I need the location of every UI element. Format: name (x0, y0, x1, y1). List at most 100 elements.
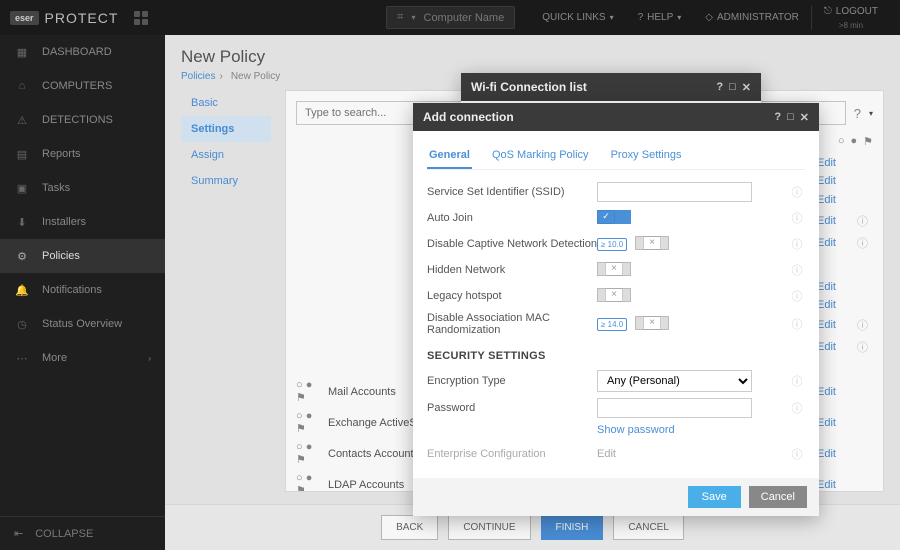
sidebar-item-label: COMPUTERS (42, 80, 112, 92)
sidebar-item-more[interactable]: ⋯ More › (0, 341, 165, 375)
sidebar-item-policies[interactable]: ⚙ Policies (0, 239, 165, 273)
field-label: Enterprise Configuration (427, 448, 597, 460)
maximize-icon[interactable]: □ (787, 111, 794, 123)
logout-icon: ⎋ (824, 6, 832, 17)
sidebar-item-installers[interactable]: ⬇Installers (0, 205, 165, 239)
field-label: Auto Join (427, 212, 597, 224)
policies-icon: ⚙ (14, 248, 30, 264)
chevron-right-icon: › (148, 354, 151, 363)
brand-name: PROTECT (45, 10, 119, 26)
sidebar-item-reports[interactable]: ▤Reports (0, 137, 165, 171)
encryption-select[interactable]: Any (Personal) (597, 370, 752, 392)
close-icon[interactable]: ✕ (800, 111, 809, 124)
main: New Policy Policies›New Policy Basic Set… (165, 35, 900, 550)
auto-join-toggle[interactable] (597, 210, 631, 224)
sidebar-item-label: Notifications (42, 284, 102, 296)
field-label: Password (427, 402, 597, 414)
show-password-link[interactable]: Show password (597, 424, 805, 436)
logout-button[interactable]: ⎋LOGOUT >8 min (811, 6, 890, 30)
enterprise-edit: Edit (597, 448, 789, 460)
sidebar-item-dashboard[interactable]: ▦ DASHBOARD (0, 35, 165, 69)
ssid-input[interactable] (597, 182, 752, 202)
os-badge: ≥ 10.0 (597, 238, 627, 251)
modal-tabs: General QoS Marking Policy Proxy Setting… (427, 143, 805, 170)
apps-icon[interactable] (134, 11, 148, 25)
cancel-button[interactable]: Cancel (749, 486, 807, 508)
installers-icon: ⬇ (14, 214, 30, 230)
captive-toggle[interactable] (635, 236, 669, 250)
top-bar: eser PROTECT ⌗ ▾ Computer Name QUICK LIN… (0, 0, 900, 35)
modal-tab-proxy[interactable]: Proxy Settings (609, 143, 684, 169)
password-input[interactable] (597, 398, 752, 418)
collapse-icon: ⇤ (14, 527, 23, 540)
notifications-icon: 🔔 (14, 282, 30, 298)
sidebar-item-label: More (42, 352, 67, 364)
modal-title: Add connection (423, 110, 514, 124)
sidebar: ▦ DASHBOARD ⌂ COMPUTERS ⚠ DETECTIONS ▤Repor… (0, 35, 165, 550)
os-badge: ≥ 14.0 (597, 318, 627, 331)
chevron-down-icon: ▾ (411, 13, 415, 22)
info-icon[interactable]: ⓘ (789, 262, 805, 278)
info-icon[interactable]: ⓘ (789, 446, 805, 462)
computer-selector[interactable]: ⌗ ▾ Computer Name (386, 6, 515, 29)
info-icon[interactable]: ⓘ (789, 373, 805, 389)
logout-timeout: >8 min (839, 21, 863, 30)
chevron-down-icon: ▾ (610, 13, 614, 22)
hidden-toggle[interactable] (597, 262, 631, 276)
field-label: Service Set Identifier (SSID) (427, 186, 597, 198)
info-icon[interactable]: ⓘ (789, 184, 805, 200)
section-heading: SECURITY SETTINGS (427, 350, 805, 362)
modal-footer: Save Cancel (413, 478, 819, 516)
brand: eser PROTECT (10, 10, 148, 26)
computer-placeholder: Computer Name (424, 12, 505, 24)
sidebar-item-label: Policies (42, 250, 80, 262)
help-icon[interactable]: ? (716, 81, 723, 93)
field-label: Encryption Type (427, 375, 597, 387)
modal-tab-general[interactable]: General (427, 143, 472, 169)
sidebar-item-detections[interactable]: ⚠ DETECTIONS (0, 103, 165, 137)
modal-header: Add connection ? □ ✕ (413, 103, 819, 131)
user-link[interactable]: ◇ADMINISTRATOR (693, 12, 811, 23)
close-icon[interactable]: ✕ (742, 81, 751, 94)
mac-toggle[interactable] (635, 316, 669, 330)
more-icon: ⋯ (14, 350, 30, 366)
sidebar-item-status[interactable]: ◷ Status Overview (0, 307, 165, 341)
modal-wifi-list: Wi-fi Connection list ? □ ✕ (461, 73, 761, 103)
info-icon[interactable]: ⓘ (789, 236, 805, 252)
field-label: Legacy hotspot (427, 290, 597, 302)
sidebar-item-tasks[interactable]: ▣Tasks (0, 171, 165, 205)
info-icon[interactable]: ⓘ (789, 316, 805, 332)
sidebar-item-label: DASHBOARD (42, 46, 112, 58)
help-icon[interactable]: ? (774, 111, 781, 123)
modal-tab-qos[interactable]: QoS Marking Policy (490, 143, 591, 169)
info-icon[interactable]: ⓘ (789, 210, 805, 226)
info-icon[interactable]: ⓘ (789, 288, 805, 304)
sidebar-item-label: Reports (42, 148, 81, 160)
help-icon: ? (638, 12, 644, 23)
modal-header: Wi-fi Connection list ? □ ✕ (461, 73, 761, 101)
sidebar-item-label: Tasks (42, 182, 70, 194)
sidebar-item-notifications[interactable]: 🔔 Notifications (0, 273, 165, 307)
brand-logo: eser (10, 11, 39, 25)
monitor-icon: ⌗ (397, 11, 403, 24)
modal-body: General QoS Marking Policy Proxy Setting… (413, 131, 819, 478)
collapse-label: COLLAPSE (35, 528, 93, 540)
field-label: Disable Captive Network Detection (427, 238, 597, 250)
field-label: Hidden Network (427, 264, 597, 276)
detections-icon: ⚠ (14, 112, 30, 128)
sidebar-item-label: DETECTIONS (42, 114, 113, 126)
computers-icon: ⌂ (14, 78, 30, 94)
maximize-icon[interactable]: □ (729, 81, 736, 93)
dashboard-icon: ▦ (14, 44, 30, 60)
chevron-down-icon: ▾ (677, 13, 681, 22)
save-button[interactable]: Save (688, 486, 741, 508)
help-link[interactable]: ?HELP▾ (626, 12, 694, 23)
info-icon[interactable]: ⓘ (789, 400, 805, 416)
sidebar-item-computers[interactable]: ⌂ COMPUTERS (0, 69, 165, 103)
modal-title: Wi-fi Connection list (471, 80, 587, 94)
sidebar-item-label: Status Overview (42, 318, 122, 330)
status-icon: ◷ (14, 316, 30, 332)
quick-links[interactable]: QUICK LINKS▾ (530, 12, 625, 23)
collapse-button[interactable]: ⇤ COLLAPSE (0, 516, 165, 550)
legacy-toggle[interactable] (597, 288, 631, 302)
